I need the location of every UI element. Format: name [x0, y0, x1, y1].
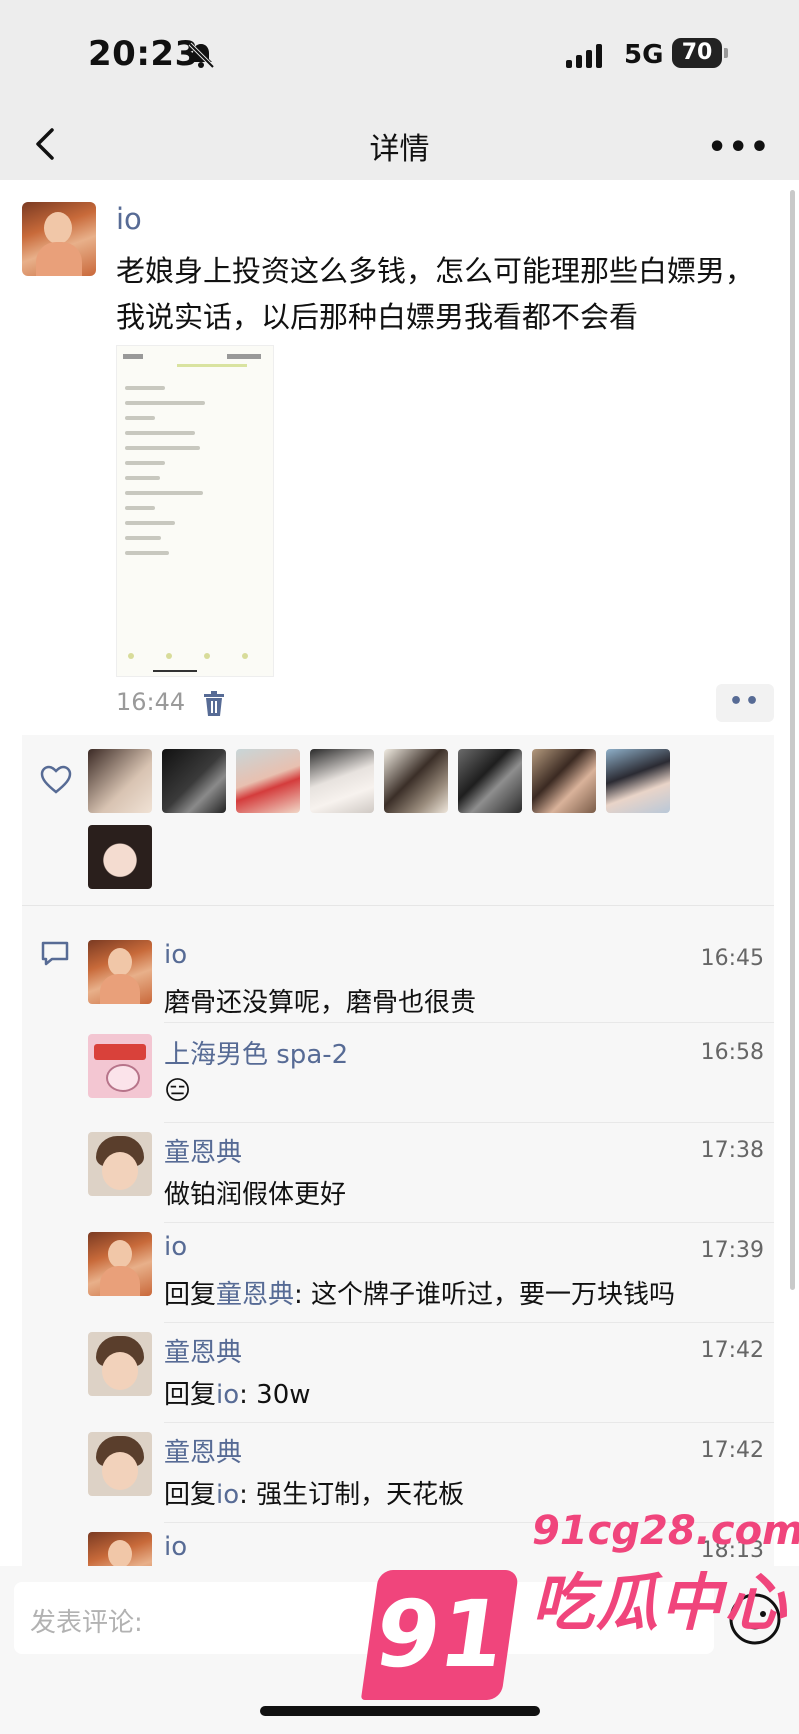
comment-item[interactable]: 上海男色 spa-2 16:58 😑 — [88, 1034, 774, 1114]
liker-avatar[interactable] — [236, 749, 300, 813]
reply-to-name[interactable]: io — [216, 1480, 239, 1510]
comment-time: 17:42 — [700, 1438, 764, 1463]
reply-body: : 强生订制，天花板 — [239, 1480, 465, 1510]
commenter-name[interactable]: 童恩典 — [164, 1132, 242, 1169]
commenter-avatar[interactable] — [88, 1232, 152, 1296]
comment-text: 做铂润假体更好 — [164, 1180, 347, 1210]
network-type: 5G — [624, 40, 664, 70]
post-text: 老娘身上投资这么多钱，怎么可能理那些白嫖男，我说实话，以后那种白嫖男我看都不会看 — [116, 254, 755, 334]
post-image-thumbnail[interactable] — [116, 345, 274, 677]
divider — [164, 1322, 774, 1323]
commenter-avatar[interactable] — [88, 1034, 152, 1098]
comment-time: 16:58 — [700, 1040, 764, 1065]
divider — [164, 1422, 774, 1423]
comment-time: 16:45 — [700, 946, 764, 971]
liker-avatar[interactable] — [458, 749, 522, 813]
comment-text: 回复童恩典: 这个牌子谁听过，要一万块钱吗 — [164, 1274, 675, 1311]
commenter-name[interactable]: io — [164, 1532, 187, 1562]
commenter-avatar[interactable] — [88, 1332, 152, 1396]
watermark-url: 91cg28.com — [532, 1508, 799, 1554]
comment-text: 回复io: 强生订制，天花板 — [164, 1474, 464, 1511]
reply-prefix: 回复 — [164, 1480, 217, 1510]
heart-outline-icon — [40, 765, 72, 794]
watermark-logo: 91 — [360, 1570, 520, 1700]
commenter-name[interactable]: io — [164, 940, 187, 970]
commenter-avatar[interactable] — [88, 940, 152, 1004]
liker-avatar[interactable] — [88, 825, 152, 889]
comment-text: 回复io: 30w — [164, 1374, 311, 1411]
liker-avatar[interactable] — [88, 749, 152, 813]
comment-time: 17:38 — [700, 1138, 764, 1163]
divider — [164, 1022, 774, 1023]
trash-icon[interactable] — [202, 690, 226, 718]
watermark-brand: 吃瓜中心 — [532, 1566, 789, 1639]
commenter-avatar[interactable] — [88, 1132, 152, 1196]
comment-time: 17:42 — [700, 1338, 764, 1363]
comment-item[interactable]: 童恩典 17:42 回复io: 30w — [88, 1332, 774, 1412]
reply-to-name[interactable]: 童恩典 — [216, 1280, 294, 1310]
liker-avatar[interactable] — [384, 749, 448, 813]
author-avatar[interactable] — [22, 202, 96, 276]
commenter-name[interactable]: 童恩典 — [164, 1332, 242, 1369]
comment-bubble-icon — [41, 941, 69, 966]
divider — [164, 1222, 774, 1223]
battery-indicator: 70 — [672, 38, 728, 68]
bell-muted-icon — [188, 42, 215, 69]
image-tabbar — [128, 653, 248, 672]
likes-panel — [22, 735, 774, 905]
post-action-button[interactable]: •• — [716, 684, 774, 722]
commenter-name[interactable]: io — [164, 1232, 187, 1262]
ellipsis-icon[interactable]: ••• — [707, 130, 771, 165]
status-bar: 20:23 5G 70 — [0, 0, 799, 110]
page-title: 详情 — [369, 132, 430, 167]
image-statusbar — [123, 354, 261, 367]
comment-item[interactable]: io 17:39 回复童恩典: 这个牌子谁听过，要一万块钱吗 — [88, 1232, 774, 1312]
home-indicator[interactable] — [260, 1706, 540, 1716]
comment-time: 17:39 — [700, 1238, 764, 1263]
comment-item[interactable]: 童恩典 17:38 做铂润假体更好 — [88, 1132, 774, 1212]
reply-to-name[interactable]: io — [216, 1380, 239, 1410]
liker-avatar[interactable] — [162, 749, 226, 813]
reply-prefix: 回复 — [164, 1380, 217, 1410]
comment-input-placeholder: 发表评论: — [30, 1608, 143, 1638]
liker-avatar[interactable] — [532, 749, 596, 813]
liker-avatar[interactable] — [606, 749, 670, 813]
commenter-avatar[interactable] — [88, 1432, 152, 1496]
reply-prefix: 回复 — [164, 1280, 217, 1310]
comment-item[interactable]: io 16:45 磨骨还没算呢，磨骨也很贵 — [88, 940, 774, 1020]
comment-item[interactable]: 童恩典 17:42 回复io: 强生订制，天花板 — [88, 1432, 774, 1512]
comment-text: 磨骨还没算呢，磨骨也很贵 — [164, 988, 477, 1018]
author-name[interactable]: io — [116, 202, 142, 236]
image-text-lines — [125, 386, 225, 566]
commenter-name[interactable]: 上海男色 spa-2 — [164, 1034, 348, 1071]
commenter-avatar[interactable] — [88, 1532, 152, 1566]
reply-body: : 这个牌子谁听过，要一万块钱吗 — [294, 1280, 676, 1310]
nav-bar: 详情 ••• — [0, 110, 799, 180]
reply-body: : 30w — [239, 1380, 311, 1410]
divider — [164, 1122, 774, 1123]
commenter-name[interactable]: 童恩典 — [164, 1432, 242, 1469]
comment-text: 😑 — [164, 1076, 192, 1106]
post-time: 16:44 — [116, 688, 186, 716]
liker-avatar[interactable] — [310, 749, 374, 813]
scrollbar[interactable] — [790, 190, 795, 1290]
signal-icon — [566, 42, 602, 68]
comments-panel: io 16:45 磨骨还没算呢，磨骨也很贵 上海男色 spa-2 16:58 😑… — [22, 906, 774, 1566]
status-time: 20:23 — [88, 34, 199, 74]
